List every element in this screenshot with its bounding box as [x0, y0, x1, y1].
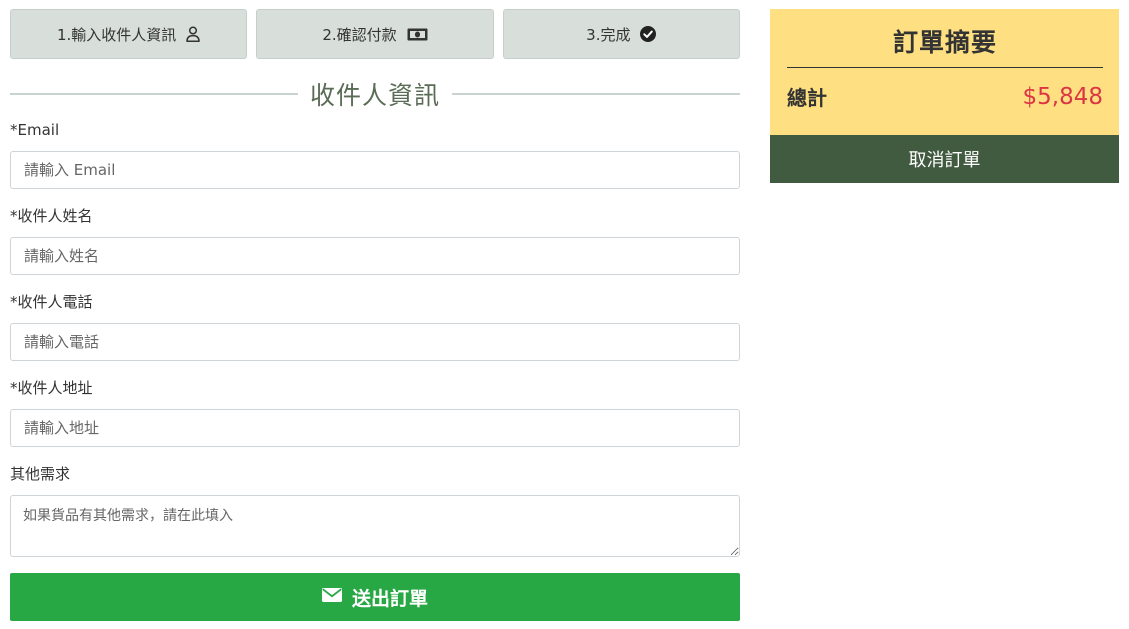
step-complete[interactable]: 3.完成	[502, 9, 740, 59]
phone-label: *收件人電話	[10, 293, 93, 311]
phone-input[interactable]	[10, 323, 740, 361]
step-label: 3.完成	[586, 25, 631, 44]
summary-box: 訂單摘要 總計 $5,848	[770, 9, 1119, 135]
checkout-page: 1.輸入收件人資訊 2.確認付款 3.完成 收件人資訊 *Email 請輸入 E…	[0, 0, 1129, 629]
checkout-steps: 1.輸入收件人資訊 2.確認付款 3.完成	[10, 9, 740, 59]
name-input[interactable]	[10, 237, 740, 275]
section-title: 收件人資訊	[310, 81, 441, 110]
step-recipient-info[interactable]: 1.輸入收件人資訊	[10, 9, 248, 59]
recipient-form-column: 1.輸入收件人資訊 2.確認付款 3.完成 收件人資訊 *Email 請輸入 E…	[10, 9, 741, 621]
summary-title: 訂單摘要	[787, 23, 1103, 68]
step-label: 1.輸入收件人資訊	[57, 25, 177, 44]
step-label: 2.確認付款	[322, 25, 397, 44]
money-bill-icon	[407, 28, 428, 41]
divider-line	[452, 93, 741, 95]
divider-line	[10, 93, 298, 95]
step-confirm-payment[interactable]: 2.確認付款	[256, 9, 494, 59]
notes-textarea[interactable]	[10, 495, 740, 557]
name-label: *收件人姓名	[10, 207, 93, 225]
section-heading: 收件人資訊	[10, 76, 741, 112]
user-icon	[186, 26, 201, 42]
submit-order-button[interactable]: 送出訂單	[10, 573, 740, 621]
address-input[interactable]	[10, 409, 740, 447]
total-label: 總計	[787, 86, 827, 110]
check-circle-icon	[640, 26, 657, 42]
cancel-order-button[interactable]: 取消訂單	[770, 135, 1119, 183]
notes-label: 其他需求	[10, 465, 71, 483]
envelope-icon	[321, 586, 342, 608]
email-label: *Email	[10, 121, 60, 139]
order-summary: 訂單摘要 總計 $5,848 取消訂單	[770, 9, 1119, 183]
total-value: $5,848	[1022, 83, 1103, 110]
submit-order-label: 送出訂單	[351, 587, 428, 610]
summary-total-row: 總計 $5,848	[787, 82, 1103, 111]
address-label: *收件人地址	[10, 379, 93, 397]
email-input[interactable]	[10, 151, 740, 189]
